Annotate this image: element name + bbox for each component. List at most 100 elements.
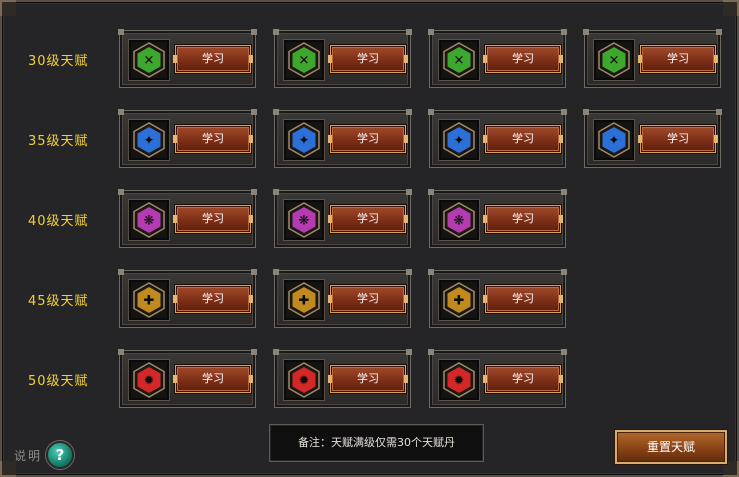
talent-slot: ✦ 学习 <box>428 109 567 168</box>
talent-icon-frame[interactable]: ✕ <box>283 39 325 81</box>
talent-slot: ✚ 学习 <box>118 269 257 328</box>
tier-label: 40级天赋 <box>28 214 89 229</box>
learn-button[interactable]: 学习 <box>173 205 253 233</box>
svg-text:✦: ✦ <box>299 134 310 149</box>
talent-icon-frame[interactable]: ✹ <box>438 359 480 401</box>
note-text: 备注：天赋满级仅需30个天赋丹 <box>298 436 455 449</box>
learn-button[interactable]: 学习 <box>173 125 253 153</box>
svg-text:✦: ✦ <box>144 134 155 149</box>
talent-icon-frame[interactable]: ✦ <box>128 119 170 161</box>
svg-text:❋: ❋ <box>454 214 465 229</box>
talent-slot: ✹ 学习 <box>428 349 567 408</box>
talent-panel: 30级天赋 ✕ 学习 ✕ 学习 ✕ 学习 ✕ 学习 35级天赋 ✦ 学习 ✦ 学习 ✦ 学习 ✦ 学习 40级天赋 ❋… <box>0 0 739 477</box>
helm-talent-icon: ✚ <box>443 282 475 318</box>
talent-icon-frame[interactable]: ✕ <box>128 39 170 81</box>
wave-talent-icon: ✦ <box>133 122 165 158</box>
learn-button[interactable]: 学习 <box>173 365 253 393</box>
gem-talent-icon: ✕ <box>443 42 475 78</box>
help-question-icon[interactable]: ? <box>46 441 75 469</box>
svg-text:✦: ✦ <box>609 134 620 149</box>
learn-button[interactable]: 学习 <box>638 45 718 73</box>
svg-text:✚: ✚ <box>299 294 310 309</box>
talent-icon-frame[interactable]: ✚ <box>438 279 480 321</box>
tier-label: 30级天赋 <box>28 54 89 69</box>
talent-slot: ✦ 学习 <box>583 109 722 168</box>
gem-talent-icon: ✕ <box>598 42 630 78</box>
learn-button[interactable]: 学习 <box>328 285 408 313</box>
learn-button[interactable]: 学习 <box>328 365 408 393</box>
talent-slot: ✹ 学习 <box>118 349 257 408</box>
reset-talents-label: 重置天赋 <box>646 440 695 454</box>
talent-slot: ✦ 学习 <box>118 109 257 168</box>
shield-talent-icon: ✚ <box>288 282 320 318</box>
svg-text:✚: ✚ <box>144 294 155 309</box>
svg-text:❋: ❋ <box>299 214 310 229</box>
learn-button[interactable]: 学习 <box>328 125 408 153</box>
svg-text:✹: ✹ <box>454 374 465 389</box>
talent-slot: ✹ 学习 <box>273 349 412 408</box>
svg-text:✕: ✕ <box>299 54 310 69</box>
heart-talent-icon: ✹ <box>133 362 165 398</box>
help-area: 说明 ? <box>14 441 75 469</box>
talent-icon-frame[interactable]: ✹ <box>283 359 325 401</box>
learn-button[interactable]: 学习 <box>483 125 563 153</box>
talent-icon-frame[interactable]: ✕ <box>438 39 480 81</box>
learn-button[interactable]: 学习 <box>173 285 253 313</box>
mask-talent-icon: ❋ <box>443 202 475 238</box>
svg-text:✕: ✕ <box>454 54 465 69</box>
talent-icon-frame[interactable]: ✦ <box>283 119 325 161</box>
talent-icon-frame[interactable]: ❋ <box>438 199 480 241</box>
svg-text:✕: ✕ <box>609 54 620 69</box>
talent-slot: ❋ 学习 <box>273 189 412 248</box>
talent-slot: ✕ 学习 <box>428 29 567 88</box>
learn-button[interactable]: 学习 <box>483 285 563 313</box>
talent-slot: ❋ 学习 <box>428 189 567 248</box>
horns-talent-icon: ❋ <box>133 202 165 238</box>
tier-label: 50级天赋 <box>28 374 89 389</box>
talent-icon-frame[interactable]: ✕ <box>593 39 635 81</box>
svg-text:✚: ✚ <box>454 294 465 309</box>
blade-talent-icon: ✕ <box>133 42 165 78</box>
learn-button[interactable]: 学习 <box>638 125 718 153</box>
learn-button[interactable]: 学习 <box>328 205 408 233</box>
talent-slot: ✕ 学习 <box>118 29 257 88</box>
talent-icon-frame[interactable]: ❋ <box>128 199 170 241</box>
tier-label: 45级天赋 <box>28 294 89 309</box>
svg-text:✹: ✹ <box>144 374 155 389</box>
flame-talent-icon: ✦ <box>598 122 630 158</box>
fire-talent-icon: ✹ <box>443 362 475 398</box>
talent-slot: ✕ 学习 <box>583 29 722 88</box>
svg-text:✹: ✹ <box>299 374 310 389</box>
learn-button[interactable]: 学习 <box>483 365 563 393</box>
talent-icon-frame[interactable]: ❋ <box>283 199 325 241</box>
learn-button[interactable]: 学习 <box>483 205 563 233</box>
svg-text:✕: ✕ <box>144 54 155 69</box>
talent-icon-frame[interactable]: ✚ <box>128 279 170 321</box>
talent-slot: ✦ 学习 <box>273 109 412 168</box>
svg-text:✦: ✦ <box>454 134 465 149</box>
talent-slot: ❋ 学习 <box>118 189 257 248</box>
rose-talent-icon: ✹ <box>288 362 320 398</box>
svg-text:❋: ❋ <box>144 214 155 229</box>
tier-label: 35级天赋 <box>28 134 89 149</box>
talent-icon-frame[interactable]: ✹ <box>128 359 170 401</box>
blade-talent-icon: ✕ <box>288 42 320 78</box>
learn-button[interactable]: 学习 <box>328 45 408 73</box>
talent-icon-frame[interactable]: ✦ <box>438 119 480 161</box>
note-box: 备注：天赋满级仅需30个天赋丹 <box>269 424 484 462</box>
cross-talent-icon: ✚ <box>133 282 165 318</box>
learn-button[interactable]: 学习 <box>173 45 253 73</box>
claw-talent-icon: ✦ <box>443 122 475 158</box>
talent-icon-frame[interactable]: ✚ <box>283 279 325 321</box>
talent-icon-frame[interactable]: ✦ <box>593 119 635 161</box>
frame-corner <box>723 0 739 16</box>
talent-slot: ✕ 学习 <box>273 29 412 88</box>
learn-button[interactable]: 学习 <box>483 45 563 73</box>
talent-slot: ✚ 学习 <box>273 269 412 328</box>
flower-talent-icon: ❋ <box>288 202 320 238</box>
frame-corner <box>0 0 16 16</box>
star-talent-icon: ✦ <box>288 122 320 158</box>
help-label: 说明 <box>14 448 43 463</box>
talent-slot: ✚ 学习 <box>428 269 567 328</box>
reset-talents-button[interactable]: 重置天赋 <box>615 430 727 464</box>
